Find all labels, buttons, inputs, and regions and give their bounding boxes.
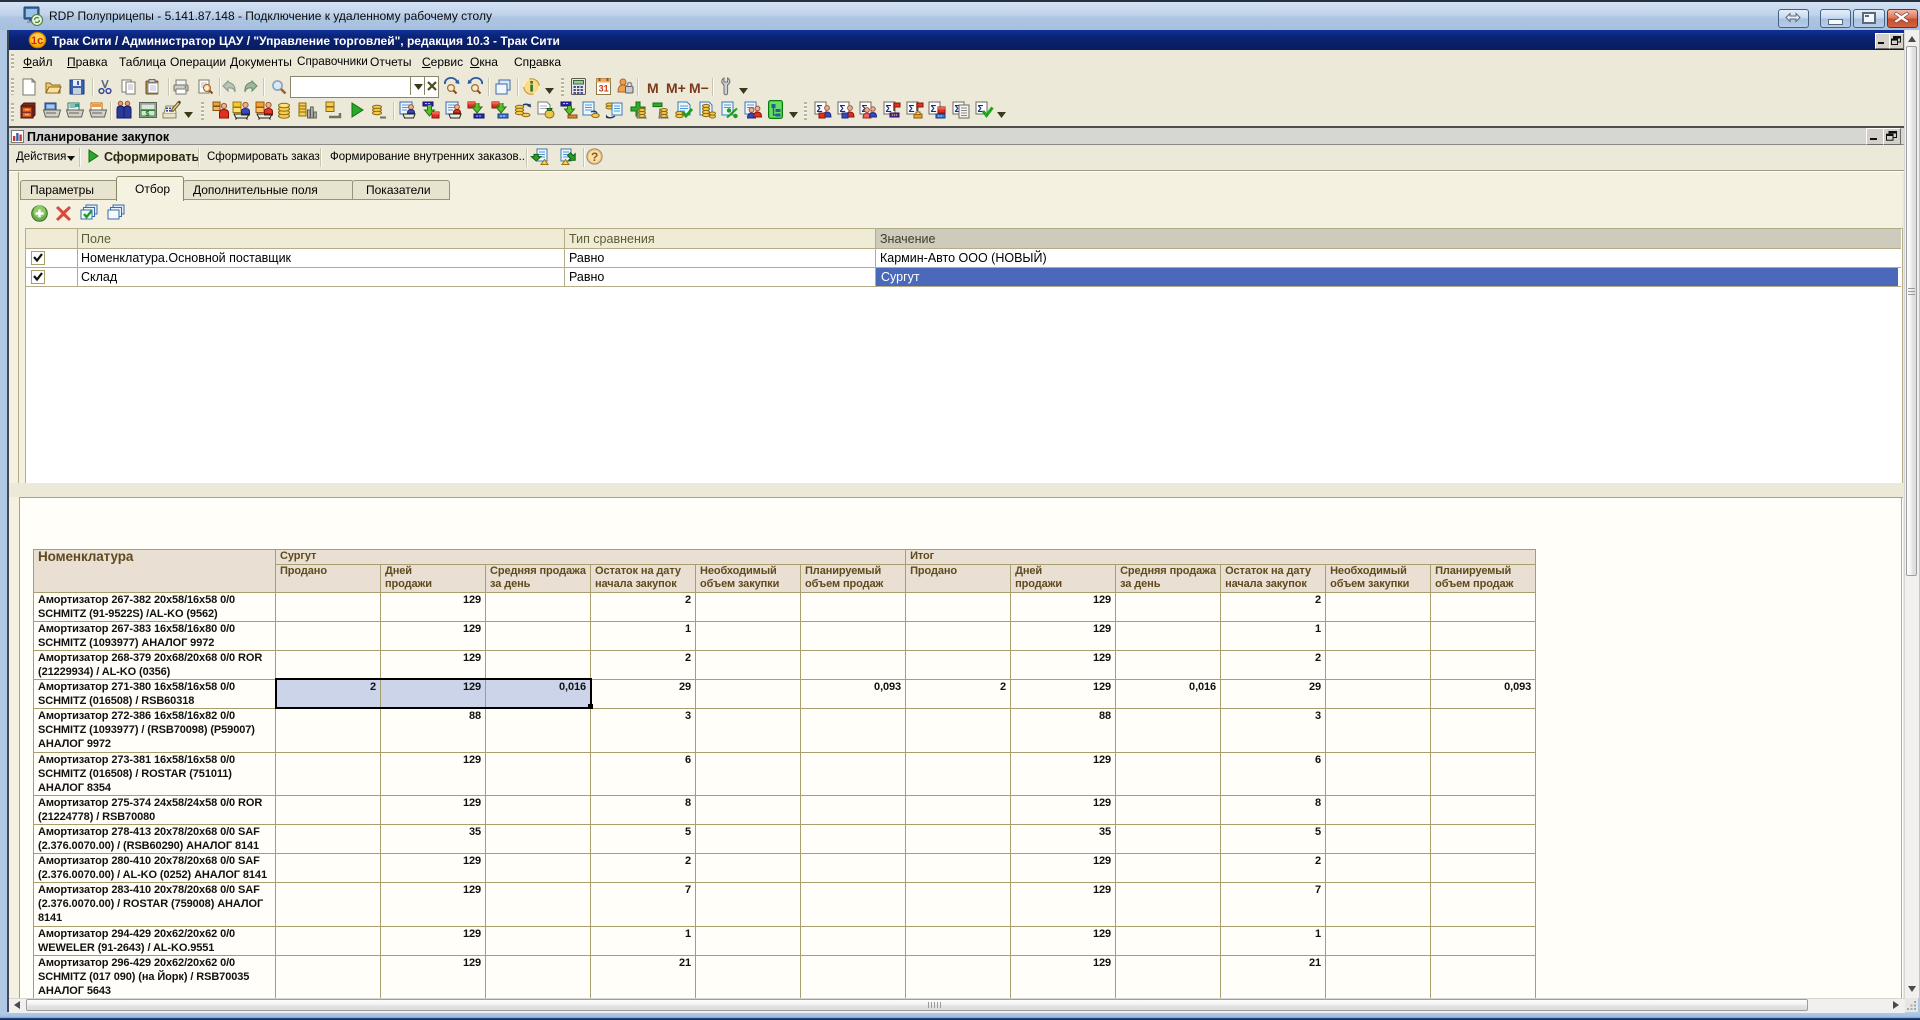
svg-text:Σ: Σ [978,104,984,115]
svg-text:Σ: Σ [931,104,937,115]
svg-text:?: ? [591,150,598,164]
svg-text:31: 31 [599,84,609,94]
svg-text:Σ: Σ [909,104,915,115]
svg-text:$: $ [146,111,150,118]
svg-text:1с: 1с [31,35,43,47]
